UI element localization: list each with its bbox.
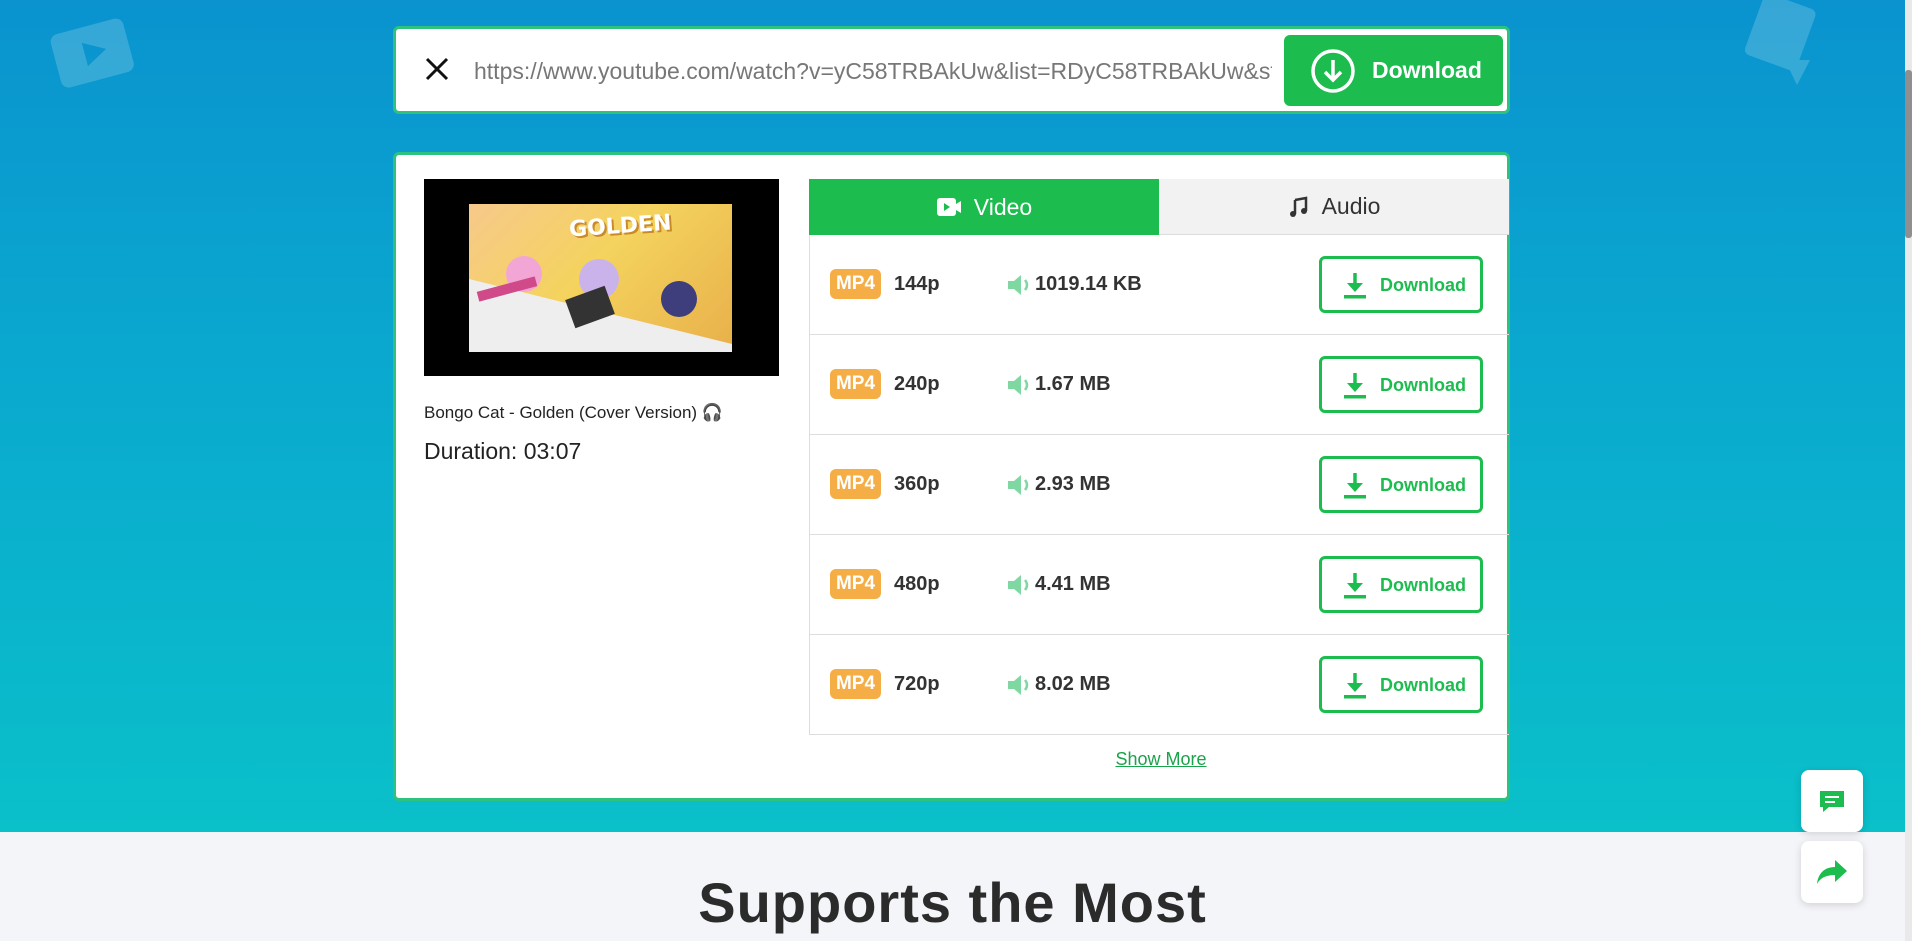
format-row: MP4 360p 2.93 MB Download xyxy=(810,435,1509,535)
format-row: MP4 144p 1019.14 KB Download xyxy=(810,235,1509,335)
format-badge: MP4 xyxy=(830,669,881,699)
scrollbar-thumb[interactable] xyxy=(1905,70,1912,238)
download-button[interactable]: Download xyxy=(1319,356,1483,413)
close-icon[interactable] xyxy=(416,49,456,89)
chat-icon xyxy=(1820,791,1844,812)
file-size: 8.02 MB xyxy=(1035,673,1111,695)
tab-audio-label: Audio xyxy=(1321,193,1381,219)
music-note-icon xyxy=(1289,196,1307,217)
quality-label: 144p xyxy=(894,273,940,295)
download-button[interactable]: Download xyxy=(1319,256,1483,313)
volume-icon xyxy=(1008,575,1029,595)
quality-label: 720p xyxy=(894,673,940,695)
tab-audio[interactable]: Audio xyxy=(1159,179,1509,235)
download-icon xyxy=(1344,273,1366,299)
video-thumbnail[interactable]: GOLDEN xyxy=(424,179,779,376)
thumbnail-image: GOLDEN xyxy=(469,204,732,352)
download-button[interactable]: Download xyxy=(1319,456,1483,513)
download-label: Download xyxy=(1380,275,1466,295)
download-label: Download xyxy=(1380,375,1466,395)
format-row: MP4 480p 4.41 MB Download xyxy=(810,535,1509,635)
share-button[interactable] xyxy=(1801,841,1863,903)
format-badge: MP4 xyxy=(830,469,881,499)
download-icon xyxy=(1344,473,1366,499)
tab-video-label: Video xyxy=(973,193,1033,220)
main-download-button[interactable]: Download xyxy=(1284,35,1503,106)
format-badge: MP4 xyxy=(830,269,881,299)
download-label: Download xyxy=(1380,675,1466,695)
result-card: GOLDEN Bongo Cat - Golden (Cover Version… xyxy=(393,152,1510,801)
main-download-label: Download xyxy=(1372,57,1482,83)
volume-icon xyxy=(1008,675,1029,695)
video-icon xyxy=(936,198,961,216)
download-button[interactable]: Download xyxy=(1319,656,1483,713)
hero-section: Download GOLDEN Bongo Cat - Golden (Cove… xyxy=(0,0,1905,832)
bongo-cat-illustration xyxy=(469,256,732,352)
file-size: 1019.14 KB xyxy=(1035,273,1142,295)
video-duration: Duration: 03:07 xyxy=(424,438,582,464)
format-badge: MP4 xyxy=(830,369,881,399)
download-button[interactable]: Download xyxy=(1319,556,1483,613)
show-more-link[interactable]: Show More xyxy=(1111,749,1211,770)
format-tabs: Video Audio xyxy=(809,179,1509,235)
tab-video[interactable]: Video xyxy=(809,179,1159,235)
file-size: 2.93 MB xyxy=(1035,473,1111,495)
share-arrow-icon xyxy=(1817,860,1847,884)
url-input[interactable] xyxy=(472,47,1274,95)
url-search-bar: Download xyxy=(393,26,1510,114)
format-row: MP4 720p 8.02 MB Download xyxy=(810,635,1509,735)
quality-label: 360p xyxy=(894,473,940,495)
format-row: MP4 240p 1.67 MB Download xyxy=(810,335,1509,435)
download-icon xyxy=(1344,573,1366,599)
mp4-file-icon xyxy=(1744,0,1816,85)
file-size: 4.41 MB xyxy=(1035,573,1111,595)
chat-button[interactable] xyxy=(1801,770,1863,832)
section-heading: Supports the Most xyxy=(698,871,1207,934)
volume-icon xyxy=(1008,375,1029,395)
volume-icon xyxy=(1008,275,1029,295)
format-badge: MP4 xyxy=(830,569,881,599)
download-icon xyxy=(1344,373,1366,399)
page-scrollbar[interactable] xyxy=(1905,0,1912,941)
video-clapper-icon xyxy=(50,18,134,88)
file-size: 1.67 MB xyxy=(1035,373,1111,395)
download-icon xyxy=(1344,673,1366,699)
volume-icon xyxy=(1008,475,1029,495)
download-label: Download xyxy=(1380,475,1466,495)
format-list: MP4 144p 1019.14 KB Download MP4 240p 1.… xyxy=(809,235,1509,735)
download-circle-icon xyxy=(1311,49,1355,93)
quality-label: 240p xyxy=(894,373,940,395)
download-label: Download xyxy=(1380,575,1466,595)
video-title: Bongo Cat - Golden (Cover Version) 🎧 xyxy=(424,403,723,422)
quality-label: 480p xyxy=(894,573,940,595)
